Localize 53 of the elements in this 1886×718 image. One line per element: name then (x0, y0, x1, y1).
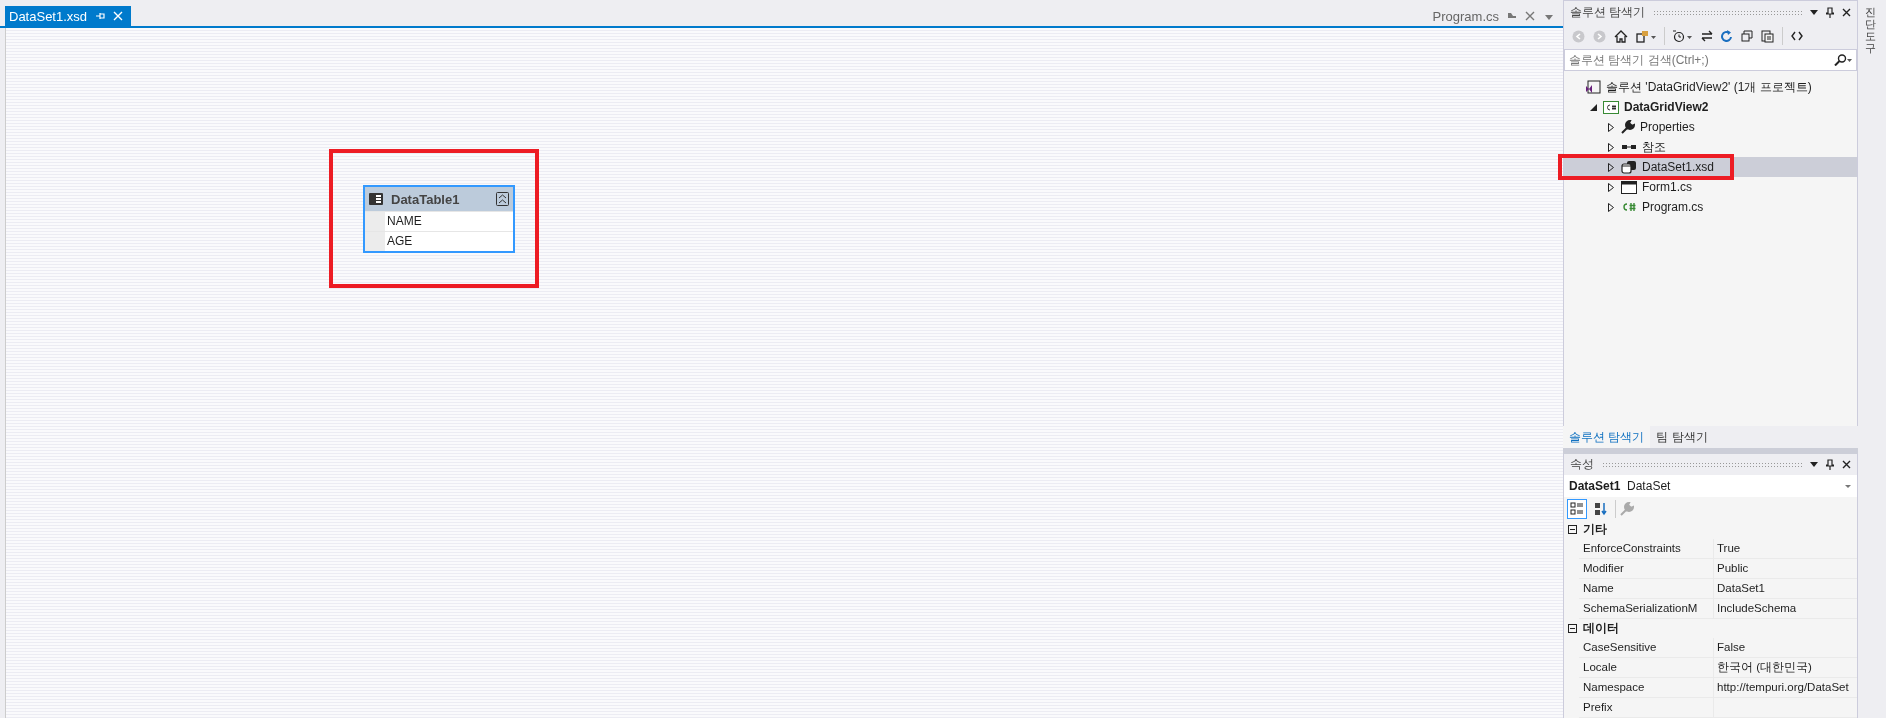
tree-item[interactable]: Properties (1564, 117, 1857, 137)
form-icon (1621, 180, 1637, 194)
table-icon (369, 193, 383, 205)
column-name[interactable]: AGE (385, 232, 413, 251)
tree-item[interactable]: DataGridView2 (1564, 97, 1857, 117)
search-field[interactable]: 솔루션 탐색기 검색(Ctrl+;) (1564, 49, 1857, 71)
search-icon (1834, 54, 1852, 66)
property-value[interactable]: False (1714, 638, 1857, 657)
swap-icon[interactable] (1701, 30, 1713, 42)
table-title: DataTable1 (391, 191, 461, 207)
category-name: 데이터 (1583, 620, 1619, 637)
data-table[interactable]: DataTable1 NAME AGE (363, 185, 515, 253)
column-name[interactable]: NAME (385, 212, 422, 231)
side-tab[interactable]: 진단 도구 (1864, 6, 1876, 718)
database-icon (1621, 160, 1637, 174)
property-value[interactable]: 한국어 (대한민국) (1714, 658, 1857, 677)
tree-item[interactable]: Form1.cs (1564, 177, 1857, 197)
wrench-icon (1621, 120, 1635, 134)
collapse-all-icon[interactable] (1741, 30, 1753, 42)
category-name: 기타 (1583, 521, 1607, 538)
csharp-file-icon (1621, 202, 1637, 212)
collapse-icon[interactable] (1568, 624, 1577, 633)
pin-icon[interactable] (1826, 6, 1834, 18)
home-icon[interactable] (1614, 29, 1628, 43)
close-icon[interactable] (1842, 460, 1851, 469)
property-value[interactable]: Public (1714, 559, 1857, 578)
sync-views-icon[interactable] (1636, 29, 1656, 43)
dropdown-icon[interactable] (1810, 462, 1818, 467)
property-value[interactable]: http://tempuri.org/DataSet (1714, 678, 1857, 697)
panel-title: 솔루션 탐색기 (1570, 3, 1646, 21)
dropdown-icon[interactable] (1810, 9, 1818, 15)
show-all-files-icon[interactable] (1761, 29, 1774, 43)
code-icon[interactable] (1791, 31, 1803, 41)
history-icon[interactable] (1673, 29, 1693, 43)
pin-icon[interactable] (1826, 459, 1834, 470)
tree-item[interactable]: DataSet1.xsd (1564, 157, 1857, 177)
close-icon[interactable] (1842, 7, 1851, 17)
tree-item[interactable]: 솔루션 'DataGridView2' (1개 프로젝트) (1564, 77, 1857, 97)
csharp-project-icon (1603, 100, 1619, 114)
property-value[interactable]: DataSet1 (1714, 579, 1857, 598)
tree-item[interactable]: 참조 (1564, 137, 1857, 157)
panel-title: 속성 (1570, 456, 1594, 473)
property-value[interactable]: IncludeSchema (1714, 599, 1857, 618)
tree-item[interactable]: Program.cs (1564, 197, 1857, 217)
panel-tab[interactable]: 팀 탐색기 (1650, 426, 1714, 448)
property-value[interactable]: True (1714, 539, 1857, 558)
collapse-icon[interactable] (1568, 525, 1577, 534)
solution-icon (1585, 80, 1601, 94)
panel-tab[interactable]: 솔루션 탐색기 (1563, 426, 1651, 448)
expanded-icon[interactable] (1589, 103, 1597, 111)
refresh-icon[interactable] (1721, 29, 1733, 43)
collapse-icon[interactable] (496, 192, 509, 206)
object-selector[interactable]: DataSet1 DataSet (1564, 475, 1857, 498)
